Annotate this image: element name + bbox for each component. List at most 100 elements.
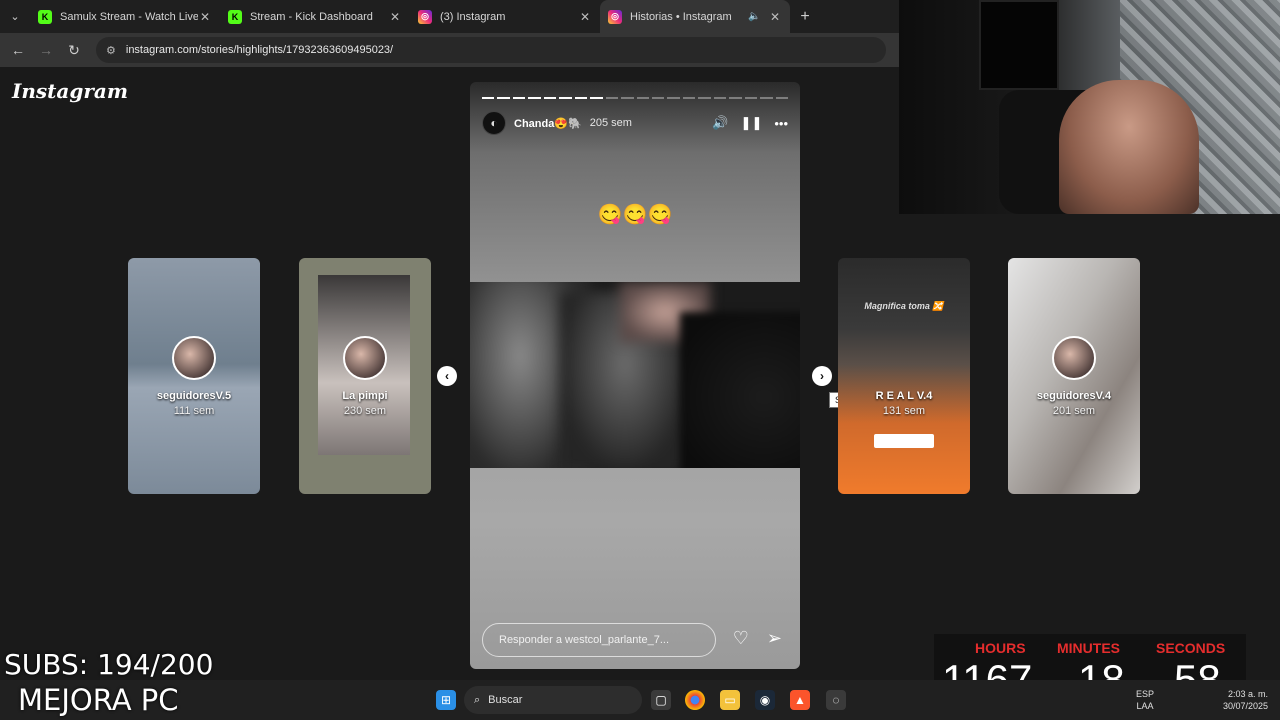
instagram-logo[interactable]: Instagram [12,79,128,103]
subs-counter: SUBS: 194/200 [4,648,214,681]
brave-icon[interactable]: ▲ [790,690,810,710]
progress-segment [775,97,789,99]
progress-segment [605,97,619,99]
next-story-button[interactable]: › [812,366,832,386]
search-label: Buscar [488,694,523,706]
more-options-icon[interactable]: ••• [774,116,788,131]
minutes-label: MINUTES [1057,640,1120,656]
url-bar[interactable]: ⚙ instagram.com/stories/highlights/17932… [96,37,886,63]
highlight-time: 111 sem [173,405,215,417]
highlight-time: 131 sem [882,405,926,417]
story-viewer[interactable]: ◐ Chanda😍🐘 205 sem 🔊 ❚❚ ••• 😋😋😋 Responde… [470,82,800,669]
story-username[interactable]: Chanda😍🐘 [514,117,582,130]
highlight-name: seguidoresV.5 [156,390,232,402]
language-indicator[interactable]: ESP LAA [1136,688,1154,712]
progress-segment [713,97,727,99]
webcam-overlay [899,0,1280,214]
windows-start-icon[interactable]: ⊞ [436,690,456,710]
send-icon[interactable]: ➢ [767,628,782,649]
progress-segment [667,97,680,99]
task-view-icon[interactable]: ▢ [651,690,671,710]
speaker-icon[interactable]: 🔈 [748,11,762,22]
highlight-preview-2[interactable]: La pimpi 230 sem [299,258,431,494]
close-icon[interactable]: ✕ [768,10,782,24]
story-actions: ♡ ➢ [733,628,782,649]
taskbar-search[interactable]: ⌕ Buscar [464,686,642,714]
pause-icon[interactable]: ❚❚ [741,115,763,131]
avatar [343,336,387,380]
progress-segment [729,97,742,99]
screen: ⌄ K Samulx Stream - Watch Live on ✕ K St… [0,0,1280,720]
progress-segment [497,97,510,99]
kick-icon: K [38,9,52,24]
highlight-time: 201 sem [1052,405,1096,417]
progress-segment [574,97,588,99]
highlight-preview-4[interactable]: seguidoresV.4 201 sem [1008,258,1140,494]
tab-label: Stream - Kick Dashboard [250,10,373,23]
story-controls: 🔊 ❚❚ ••• [712,115,788,131]
avatar [1052,336,1096,380]
highlight-name: R E A L V.4 [875,390,933,402]
instagram-icon: ◎ [608,9,622,24]
reply-input[interactable]: Responder a westcol_parlante_7... [482,623,716,657]
tab-historias-instagram[interactable]: ◎ Historias • Instagram 🔈 ✕ [600,0,790,33]
url-text: instagram.com/stories/highlights/1793236… [125,44,394,56]
seconds-label: SECONDS [1156,640,1226,656]
system-clock[interactable]: 2:03 a. m. 30/07/2025 [1223,688,1268,712]
highlight-name: seguidoresV.4 [1036,390,1112,402]
progress-segment [760,97,773,99]
avatar[interactable]: ◐ [482,111,506,135]
story-header: ◐ Chanda😍🐘 205 sem 🔊 ❚❚ ••• [482,110,788,136]
progress-segment [543,97,557,99]
highlight-preview-3[interactable]: Magnifica toma 🔀 R E A L V.4 131 sem [838,258,970,494]
heart-icon[interactable]: ♡ [733,628,749,649]
previous-story-button[interactable]: ‹ [437,366,457,386]
reload-icon[interactable]: ↻ [60,33,88,67]
file-explorer-icon[interactable]: ▭ [720,690,740,710]
progress-segment [482,97,495,99]
avatar [172,336,216,380]
progress-segment [559,97,572,99]
language-code: ESP [1136,689,1155,699]
progress-segment [682,97,696,99]
speaker-icon[interactable]: 🔊 [712,115,728,131]
new-tab-button[interactable]: + [790,0,820,33]
windows-taskbar: ⊞ ⌕ Buscar ▢ ▭ ◉ ▲ ◌ MEJORA PC ESP LAA 2… [0,680,1280,720]
chrome-icon[interactable] [685,690,705,710]
app-icon[interactable]: ◌ [826,690,846,710]
progress-segment [590,97,603,99]
tab-instagram[interactable]: ◎ (3) Instagram ✕ [410,0,600,33]
tab-kick-dashboard[interactable]: K Stream - Kick Dashboard ✕ [220,0,410,33]
highlight-preview-1[interactable]: seguidoresV.5 111 sem [128,258,260,494]
mejora-pc-overlay: MEJORA PC [18,683,179,717]
keyboard-layout: LAA [1136,701,1154,711]
search-icon: ⌕ [474,693,481,706]
tab-label: Historias • Instagram [630,10,732,23]
clock-date: 30/07/2025 [1222,701,1268,711]
highlight-time: 230 sem [343,405,387,417]
tab-search-menu-icon[interactable]: ⌄ [0,0,30,33]
steam-icon[interactable]: ◉ [755,690,775,710]
forward-icon[interactable]: → [32,33,60,67]
highlight-name: La pimpi [342,390,388,402]
close-icon[interactable]: ✕ [388,10,402,24]
close-icon[interactable]: ✕ [578,10,592,24]
story-emoji-text: 😋😋😋 [597,204,673,226]
tab-label: (3) Instagram [440,10,506,23]
close-icon[interactable]: ✕ [198,10,212,24]
tab-samulx-stream[interactable]: K Samulx Stream - Watch Live on ✕ [30,0,220,33]
browser-tab-bar: ⌄ K Samulx Stream - Watch Live on ✕ K St… [0,0,900,33]
kick-icon: K [228,9,242,24]
hours-label: HOURS [975,640,1026,656]
site-info-icon[interactable]: ⚙ [106,44,116,57]
tab-label: Samulx Stream - Watch Live on [60,10,198,23]
progress-segment [636,97,649,99]
progress-segment [621,97,634,99]
instagram-icon: ◎ [418,9,432,24]
progress-segment [651,97,665,99]
streamer [1059,80,1199,214]
progress-segment [512,97,526,99]
story-progress [482,97,789,100]
clock-time: 2:03 a. m. [1227,689,1268,699]
back-icon[interactable]: ← [4,33,32,67]
